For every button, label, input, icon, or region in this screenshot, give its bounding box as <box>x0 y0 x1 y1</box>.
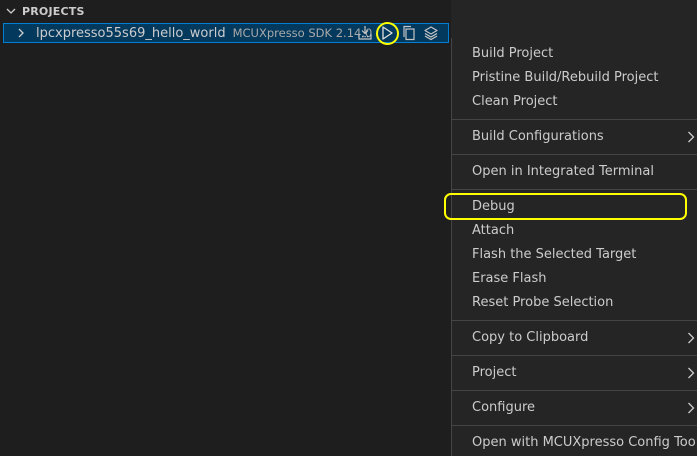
menu-item-label: Attach <box>472 223 515 238</box>
chevron-right-icon[interactable] <box>16 28 30 38</box>
debug-menu-highlight <box>444 193 687 220</box>
menu-item-label: Project <box>472 365 517 380</box>
project-sdk-version: MCUXpresso SDK 2.14.0 <box>232 26 373 40</box>
chevron-down-icon[interactable] <box>6 6 20 16</box>
menu-item-label: Clean Project <box>472 94 558 109</box>
menu-item-pristine-build[interactable]: Pristine Build/Rebuild Project <box>452 66 697 90</box>
menu-item-erase-flash[interactable]: Erase Flash <box>452 267 697 291</box>
projects-section-header[interactable]: PROJECTS <box>0 0 451 22</box>
menu-item-build-configurations[interactable]: Build Configurations <box>452 125 697 149</box>
menu-item-label: Erase Flash <box>472 271 547 286</box>
menu-item-flash-target[interactable]: Flash the Selected Target <box>452 243 697 267</box>
menu-item-open-config-tools[interactable]: Open with MCUXpresso Config Tools <box>452 431 697 455</box>
menu-separator <box>452 119 697 120</box>
menu-separator <box>452 189 697 190</box>
menu-item-label: Flash the Selected Target <box>472 247 637 262</box>
menu-item-label: Open in Integrated Terminal <box>472 164 654 179</box>
menu-separator <box>452 355 697 356</box>
section-title: PROJECTS <box>22 4 85 18</box>
chevron-right-icon <box>687 396 695 420</box>
menu-item-copy-clipboard[interactable]: Copy to Clipboard <box>452 326 697 350</box>
import-icon[interactable] <box>356 24 374 42</box>
menu-item-label: Open with MCUXpresso Config Tools <box>472 435 697 450</box>
menu-item-label: Copy to Clipboard <box>472 330 589 345</box>
chevron-right-icon <box>687 326 695 350</box>
explorer-panel: PROJECTS lpcxpresso55s69_hello_world MCU… <box>0 0 451 456</box>
menu-separator <box>452 154 697 155</box>
menu-item-label: Build Project <box>472 46 554 61</box>
menu-separator <box>452 390 697 391</box>
copy-icon[interactable] <box>400 24 418 42</box>
context-menu: Build Project Pristine Build/Rebuild Pro… <box>451 38 697 456</box>
menu-item-project[interactable]: Project <box>452 361 697 385</box>
project-name: lpcxpresso55s69_hello_world <box>36 25 226 41</box>
menu-item-attach[interactable]: Attach <box>452 219 697 243</box>
menu-item-label: Reset Probe Selection <box>472 295 614 310</box>
menu-separator <box>452 320 697 321</box>
menu-item-clean-project[interactable]: Clean Project <box>452 90 697 114</box>
menu-item-label: Build Configurations <box>472 129 604 144</box>
menu-item-label: Pristine Build/Rebuild Project <box>472 70 659 85</box>
menu-item-build-project[interactable]: Build Project <box>452 42 697 66</box>
layers-icon[interactable] <box>422 24 440 42</box>
menu-item-reset-probe[interactable]: Reset Probe Selection <box>452 291 697 315</box>
debug-action-highlight <box>376 22 399 45</box>
menu-separator <box>452 425 697 426</box>
chevron-right-icon <box>687 361 695 385</box>
menu-item-label: Configure <box>472 400 536 415</box>
chevron-right-icon <box>687 125 695 149</box>
menu-item-configure[interactable]: Configure <box>452 396 697 420</box>
menu-item-open-terminal[interactable]: Open in Integrated Terminal <box>452 160 697 184</box>
